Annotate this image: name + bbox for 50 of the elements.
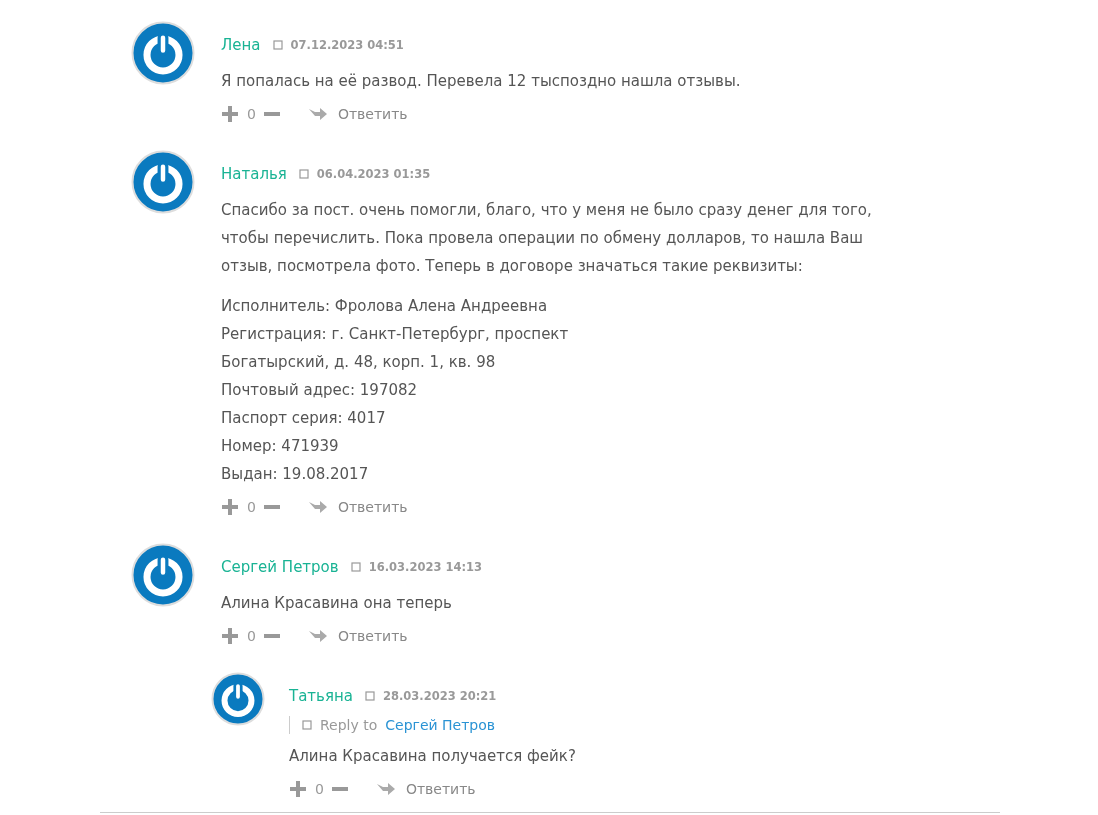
reply-button[interactable]: Ответить bbox=[375, 781, 476, 797]
square-icon bbox=[302, 720, 312, 730]
comment-text: Я попалась на её развод. Перевела 12 тыспоздно нашла отзывы. bbox=[221, 71, 742, 92]
comment-date: 06.04.2023 01:35 bbox=[316, 167, 431, 181]
comment-date: 16.03.2023 14:13 bbox=[368, 560, 482, 574]
avatar-icon bbox=[131, 543, 195, 607]
plus-icon bbox=[289, 780, 307, 798]
comment-text: Исполнитель: Фролова Алена Андреевна bbox=[221, 296, 549, 317]
minus-icon bbox=[263, 112, 280, 116]
comment-text: Богатырский, д. 48, корп. 1, кв. 98 bbox=[221, 352, 497, 373]
square-icon bbox=[364, 691, 375, 701]
vote-count: 0 bbox=[247, 106, 256, 122]
reply-button[interactable]: Ответить bbox=[307, 106, 408, 122]
minus-icon bbox=[263, 505, 280, 509]
vote-count: 0 bbox=[247, 499, 256, 515]
reply-arrow-icon bbox=[307, 628, 328, 644]
minus-icon bbox=[331, 787, 348, 791]
square-icon bbox=[298, 169, 309, 179]
comment-date: 07.12.2023 04:51 bbox=[290, 38, 404, 52]
reply-button[interactable]: Ответить bbox=[307, 499, 408, 515]
square-icon bbox=[350, 562, 361, 572]
author-link[interactable]: Татьяна bbox=[289, 687, 353, 705]
plus-icon bbox=[221, 498, 239, 516]
comment-text: Спасибо за пост. очень помогли, благо, что у меня не было сразу денег для того, чтобы перечислить. Пока провела операции по обмену долларов, то нашла Ваш отзыв, посмотрела фото. Теперь в договоре значаться такие реквизиты: bbox=[221, 200, 873, 277]
avatar-icon bbox=[131, 21, 195, 85]
plus-icon bbox=[221, 105, 239, 123]
comment-text: Регистрация: г. Санкт-Петербург, проспект bbox=[221, 324, 570, 345]
comment-text: Паспорт серия: 4017 bbox=[221, 408, 387, 429]
minus-icon bbox=[263, 634, 280, 638]
author-link[interactable]: Наталья bbox=[221, 165, 287, 183]
comment-text: Почтовый адрес: 197082 bbox=[221, 380, 419, 401]
reply-arrow-icon bbox=[375, 781, 396, 797]
comment-text: Номер: 471939 bbox=[221, 436, 340, 457]
reply-to-label: Reply to bbox=[320, 717, 378, 733]
avatar-icon bbox=[131, 150, 195, 214]
square-icon bbox=[272, 40, 283, 50]
comment-text: Алина Красавина она теперь bbox=[221, 593, 453, 614]
comment-date: 28.03.2023 20:21 bbox=[382, 689, 497, 703]
reply-arrow-icon bbox=[307, 106, 328, 122]
reply-to-link[interactable]: Сергей Петров bbox=[385, 717, 496, 733]
comment-text: Алина Красавина получается фейк? bbox=[289, 746, 577, 767]
comment-text: Выдан: 19.08.2017 bbox=[221, 464, 370, 485]
vote-count: 0 bbox=[247, 628, 256, 644]
vote-count: 0 bbox=[315, 781, 324, 797]
reply-button[interactable]: Ответить bbox=[307, 628, 408, 644]
author-link[interactable]: Лена bbox=[221, 36, 261, 54]
avatar-icon bbox=[211, 672, 265, 726]
author-link[interactable]: Сергей Петров bbox=[221, 558, 339, 576]
plus-icon bbox=[221, 627, 239, 645]
reply-arrow-icon bbox=[307, 499, 328, 515]
